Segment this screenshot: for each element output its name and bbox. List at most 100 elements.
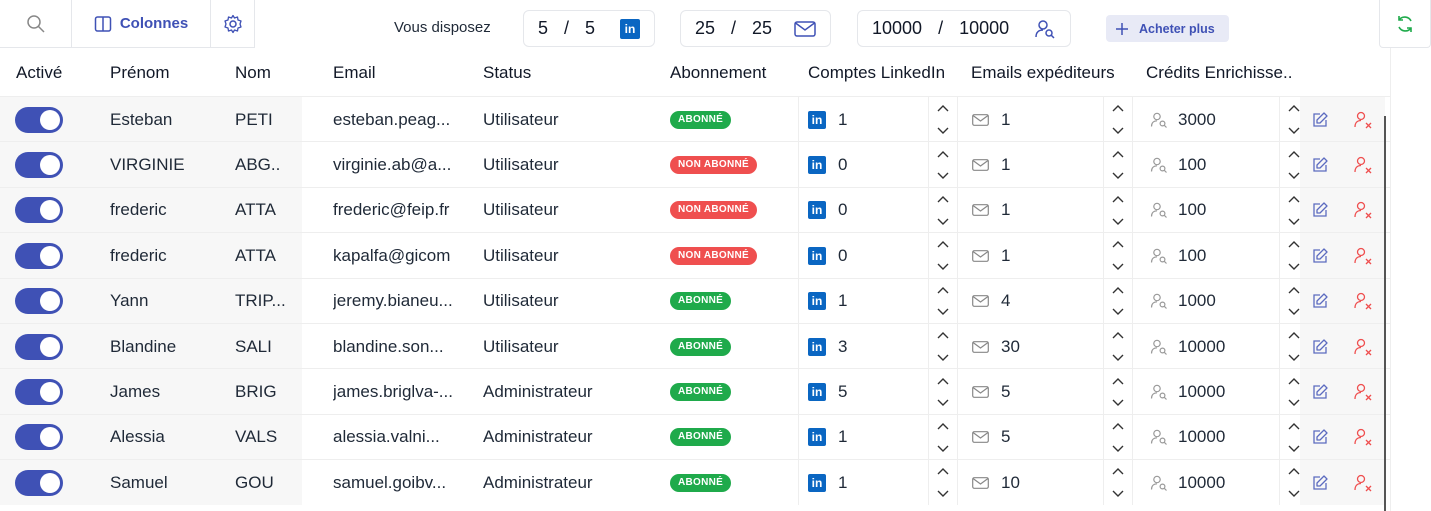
active-toggle[interactable] [15,378,63,405]
linkedin-stepper[interactable] [928,414,956,460]
chevron-up-icon[interactable] [1288,235,1300,253]
chevron-down-icon[interactable] [1112,485,1124,503]
edit-button[interactable] [1300,414,1340,460]
chevron-down-icon[interactable] [1112,258,1124,276]
chevron-up-icon[interactable] [1112,99,1124,117]
chevron-down-icon[interactable] [1112,440,1124,458]
emails-stepper[interactable] [1103,187,1131,233]
buy-more-button[interactable]: Acheter plus [1106,15,1229,42]
chevron-down-icon[interactable] [937,122,949,140]
chevron-down-icon[interactable] [937,349,949,367]
chevron-up-icon[interactable] [1288,326,1300,344]
chevron-down-icon[interactable] [1112,167,1124,185]
emails-stepper[interactable] [1103,460,1131,506]
chevron-up-icon[interactable] [937,326,949,344]
chevron-up-icon[interactable] [1288,372,1300,390]
chevron-up-icon[interactable] [1112,417,1124,435]
chevron-down-icon[interactable] [1288,258,1300,276]
chevron-up-icon[interactable] [1112,462,1124,480]
col-emails[interactable]: Emails expéditeurs [971,63,1115,83]
remove-user-button[interactable] [1340,278,1385,324]
chevron-up-icon[interactable] [1112,372,1124,390]
chevron-down-icon[interactable] [1288,485,1300,503]
emails-stepper[interactable] [1103,369,1131,415]
chevron-down-icon[interactable] [1288,394,1300,412]
chevron-down-icon[interactable] [937,394,949,412]
edit-button[interactable] [1300,324,1340,369]
active-toggle[interactable] [15,288,63,315]
emails-stepper[interactable] [1103,414,1131,460]
edit-button[interactable] [1300,142,1340,188]
chevron-up-icon[interactable] [937,99,949,117]
chevron-down-icon[interactable] [937,258,949,276]
columns-button[interactable]: Colonnes [72,0,211,48]
emails-stepper[interactable] [1103,142,1131,188]
edit-button[interactable] [1300,369,1340,415]
settings-button[interactable] [211,0,255,48]
remove-user-button[interactable] [1340,414,1385,460]
edit-button[interactable] [1300,187,1340,233]
chevron-down-icon[interactable] [937,485,949,503]
active-toggle[interactable] [15,242,63,269]
edit-button[interactable] [1300,233,1340,279]
chevron-up-icon[interactable] [1288,281,1300,299]
chevron-up-icon[interactable] [1288,462,1300,480]
linkedin-stepper[interactable] [928,233,956,279]
remove-user-button[interactable] [1340,460,1385,506]
remove-user-button[interactable] [1340,233,1385,279]
chevron-up-icon[interactable] [1112,235,1124,253]
chevron-down-icon[interactable] [1112,349,1124,367]
chevron-up-icon[interactable] [1112,145,1124,163]
edit-button[interactable] [1300,460,1340,506]
remove-user-button[interactable] [1340,324,1385,369]
active-toggle[interactable] [15,469,63,496]
chevron-up-icon[interactable] [937,417,949,435]
emails-stepper[interactable] [1103,233,1131,279]
chevron-up-icon[interactable] [1288,190,1300,208]
col-email[interactable]: Email [333,63,376,83]
linkedin-stepper[interactable] [928,324,956,369]
chevron-down-icon[interactable] [1288,167,1300,185]
chevron-down-icon[interactable] [937,303,949,321]
linkedin-stepper[interactable] [928,97,956,142]
chevron-down-icon[interactable] [937,167,949,185]
chevron-up-icon[interactable] [1288,99,1300,117]
emails-stepper[interactable] [1103,97,1131,142]
vertical-scrollbar[interactable] [1384,116,1386,511]
chevron-down-icon[interactable] [1288,122,1300,140]
search-button[interactable] [0,0,72,48]
chevron-down-icon[interactable] [1288,303,1300,321]
chevron-down-icon[interactable] [1288,213,1300,231]
col-credits[interactable]: Crédits Enrichisse.. [1146,63,1292,83]
chevron-up-icon[interactable] [1288,417,1300,435]
chevron-down-icon[interactable] [1288,440,1300,458]
active-toggle[interactable] [15,424,63,451]
remove-user-button[interactable] [1340,187,1385,233]
emails-stepper[interactable] [1103,278,1131,324]
chevron-down-icon[interactable] [1112,213,1124,231]
chevron-down-icon[interactable] [1112,122,1124,140]
chevron-up-icon[interactable] [1288,145,1300,163]
active-toggle[interactable] [15,151,63,178]
chevron-down-icon[interactable] [1112,303,1124,321]
edit-button[interactable] [1300,278,1340,324]
refresh-button[interactable] [1379,0,1431,48]
chevron-up-icon[interactable] [937,145,949,163]
remove-user-button[interactable] [1340,369,1385,415]
chevron-down-icon[interactable] [937,213,949,231]
chevron-down-icon[interactable] [937,440,949,458]
emails-stepper[interactable] [1103,324,1131,369]
chevron-up-icon[interactable] [937,281,949,299]
col-abonnement[interactable]: Abonnement [670,63,766,83]
col-linkedin[interactable]: Comptes LinkedIn [808,63,945,83]
chevron-up-icon[interactable] [1112,326,1124,344]
linkedin-stepper[interactable] [928,142,956,188]
chevron-down-icon[interactable] [1288,349,1300,367]
edit-button[interactable] [1300,97,1340,142]
remove-user-button[interactable] [1340,142,1385,188]
col-nom[interactable]: Nom [235,63,271,83]
active-toggle[interactable] [15,197,63,224]
linkedin-stepper[interactable] [928,369,956,415]
linkedin-stepper[interactable] [928,460,956,506]
chevron-down-icon[interactable] [1112,394,1124,412]
